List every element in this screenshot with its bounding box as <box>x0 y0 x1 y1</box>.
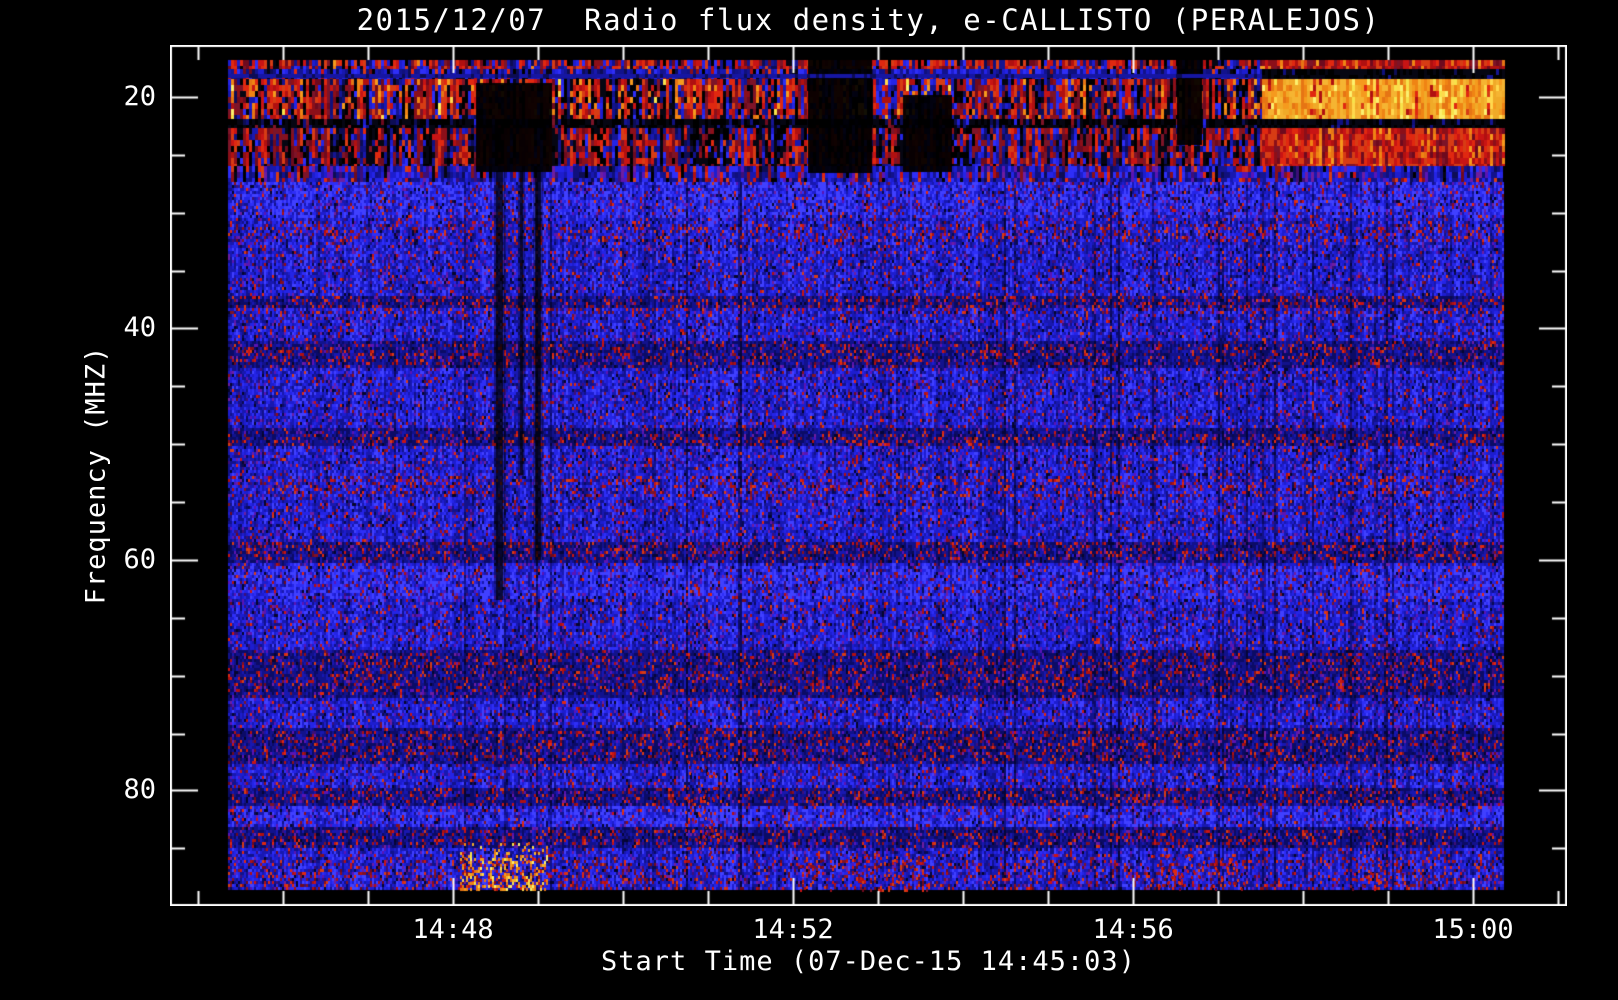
x-tick-label: 15:00 <box>1432 914 1514 945</box>
x-tick-label: 14:56 <box>1092 914 1174 945</box>
y-tick-label: 80 <box>123 774 156 806</box>
x-tick-label: 14:52 <box>752 914 834 945</box>
x-axis-label: Start Time (07-Dec-15 14:45:03) <box>601 946 1136 977</box>
y-tick-label: 60 <box>123 544 156 576</box>
spectrogram-figure: 2015/12/07 Radio flux density, e-CALLIST… <box>0 0 1618 1000</box>
chart-title: 2015/12/07 Radio flux density, e-CALLIST… <box>356 3 1381 37</box>
spectrogram-canvas <box>170 45 1567 906</box>
y-tick-label: 20 <box>123 81 156 112</box>
y-tick-label: 40 <box>123 312 156 343</box>
x-tick-label: 14:48 <box>412 914 494 945</box>
